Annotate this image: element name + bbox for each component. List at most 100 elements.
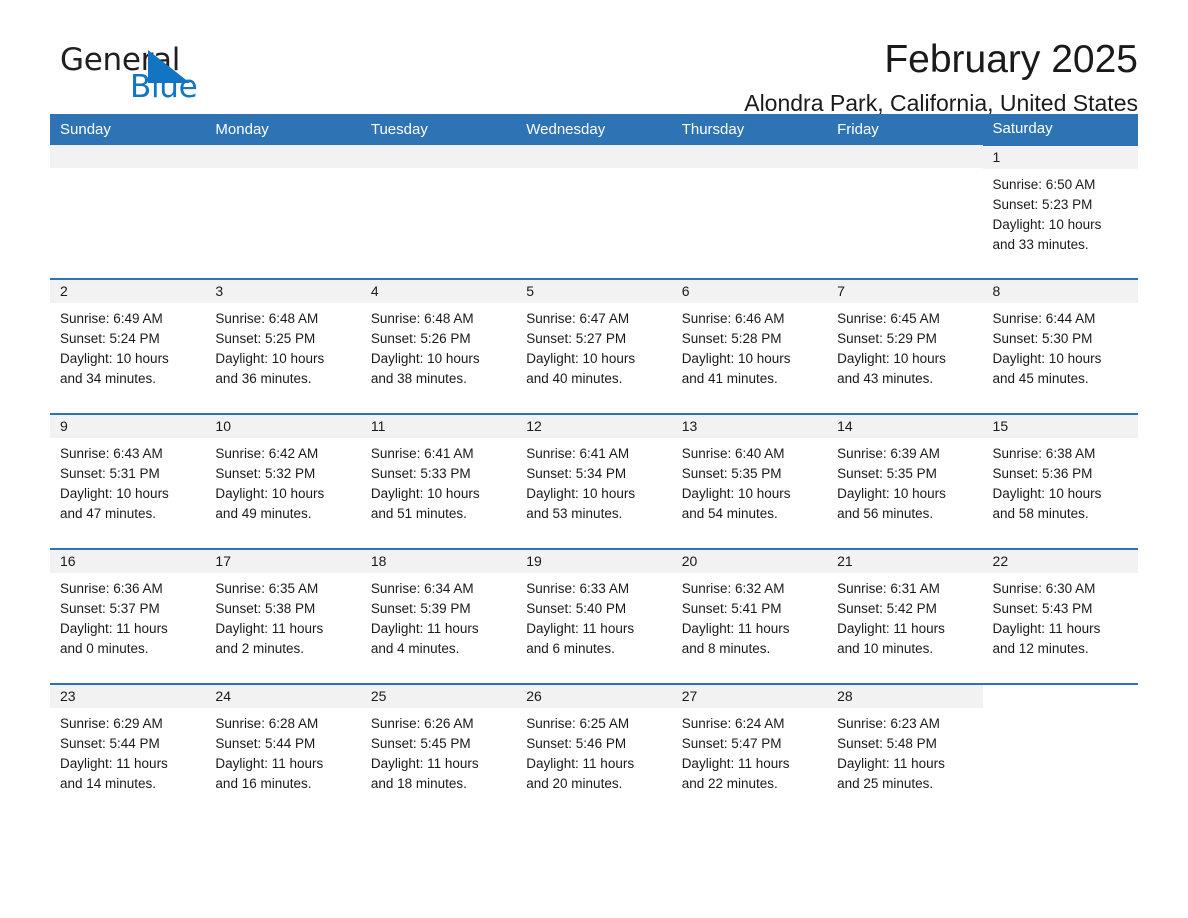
day-detail-daylight: Daylight: 10 hours xyxy=(681,486,791,501)
calendar-day-cell[interactable]: 1 Sunrise: 6:50 AM Sunset: 5:23 PM Daylight… xyxy=(982,144,1138,279)
day-detail-daylight-cont: and 2 minutes. xyxy=(215,641,304,656)
day-number: 9 xyxy=(50,415,206,438)
day-detail-sunrise: Sunrise: 6:49 AM xyxy=(60,311,163,326)
day-number: 21 xyxy=(827,550,983,573)
day-detail-sunset: Sunset: 5:44 PM xyxy=(215,736,316,751)
day-details xyxy=(672,168,827,174)
day-detail-daylight: Daylight: 10 hours xyxy=(681,351,791,366)
calendar-cell-empty xyxy=(50,145,206,279)
day-detail-sunrise: Sunrise: 6:41 AM xyxy=(526,446,630,461)
day-detail-daylight-cont: and 56 minutes. xyxy=(837,506,934,521)
day-detail-daylight: Daylight: 11 hours xyxy=(681,621,790,636)
calendar-day-cell[interactable]: 18 Sunrise: 6:34 AM Sunset: 5:39 PM Dayligh… xyxy=(360,548,517,684)
day-detail-sunrise: Sunrise: 6:43 AM xyxy=(60,446,163,461)
day-detail-sunset: Sunset: 5:48 PM xyxy=(837,736,937,751)
day-detail-daylight: Daylight: 11 hours xyxy=(215,756,324,771)
calendar-day-cell[interactable]: 26 Sunrise: 6:25 AM Sunset: 5:46 PM Dayligh… xyxy=(516,683,672,814)
day-detail-sunrise: Sunrise: 6:38 AM xyxy=(992,446,1096,461)
day-number xyxy=(205,145,361,168)
day-detail-daylight-cont: and 53 minutes. xyxy=(526,506,623,521)
day-detail-sunset: Sunset: 5:44 PM xyxy=(60,736,160,751)
day-detail-sunset: Sunset: 5:26 PM xyxy=(370,331,471,346)
day-number: 28 xyxy=(827,685,983,708)
day-detail-sunrise: Sunrise: 6:33 AM xyxy=(526,581,630,596)
day-detail-sunset: Sunset: 5:38 PM xyxy=(215,601,316,616)
calendar-day-cell[interactable]: 11 Sunrise: 6:41 AM Sunset: 5:33 PM Dayligh… xyxy=(360,413,517,549)
day-details xyxy=(361,168,516,174)
day-detail-daylight-cont: and 41 minutes. xyxy=(681,371,778,386)
day-detail-daylight: Daylight: 10 hours xyxy=(837,486,946,501)
calendar-day-cell[interactable]: 20 Sunrise: 6:32 AM Sunset: 5:41 PM Dayligh… xyxy=(671,548,828,684)
day-details xyxy=(516,168,671,174)
calendar-day-cell[interactable]: 21 Sunrise: 6:31 AM Sunset: 5:42 PM Dayligh… xyxy=(827,548,983,684)
calendar-day-cell[interactable]: 19 Sunrise: 6:33 AM Sunset: 5:40 PM Dayligh… xyxy=(516,548,672,684)
calendar-day-cell[interactable]: 15 Sunrise: 6:38 AM Sunset: 5:36 PM Dayligh… xyxy=(982,413,1138,549)
calendar-day-cell[interactable]: 16 Sunrise: 6:36 AM Sunset: 5:37 PM Dayligh… xyxy=(50,548,206,684)
brand-logo[interactable]: General Blue xyxy=(50,42,250,108)
calendar-day-cell[interactable]: 4 Sunrise: 6:48 AM Sunset: 5:26 PM Daylight… xyxy=(360,278,517,414)
calendar-day-cell[interactable]: 7 Sunrise: 6:45 AM Sunset: 5:29 PM Daylight… xyxy=(827,278,983,414)
day-detail-sunset: Sunset: 5:35 PM xyxy=(837,466,937,481)
day-detail-sunset: Sunset: 5:47 PM xyxy=(681,736,782,751)
calendar-day-cell[interactable]: 24 Sunrise: 6:28 AM Sunset: 5:44 PM Dayligh… xyxy=(205,683,361,814)
day-number xyxy=(827,145,983,168)
day-detail-daylight-cont: and 25 minutes. xyxy=(837,776,934,791)
day-number: 5 xyxy=(516,280,672,303)
day-number: 27 xyxy=(671,685,828,708)
day-detail-daylight-cont: and 14 minutes. xyxy=(60,776,157,791)
day-details: Sunrise: 6:29 AM Sunset: 5:44 PM Daylight:… xyxy=(50,708,205,794)
day-detail-daylight: Daylight: 10 hours xyxy=(60,486,169,501)
day-details xyxy=(205,168,360,174)
day-detail-daylight-cont: and 6 minutes. xyxy=(526,641,615,656)
day-number: 3 xyxy=(205,280,361,303)
calendar-cell-empty xyxy=(360,145,517,279)
day-detail-sunrise: Sunrise: 6:41 AM xyxy=(370,446,474,461)
calendar-day-cell[interactable]: 14 Sunrise: 6:39 AM Sunset: 5:35 PM Dayligh… xyxy=(827,413,983,549)
calendar-day-cell[interactable]: 28 Sunrise: 6:23 AM Sunset: 5:48 PM Dayligh… xyxy=(827,683,983,814)
day-detail-sunrise: Sunrise: 6:32 AM xyxy=(681,581,785,596)
calendar-day-cell[interactable]: 25 Sunrise: 6:26 AM Sunset: 5:45 PM Dayligh… xyxy=(360,683,517,814)
day-detail-sunrise: Sunrise: 6:28 AM xyxy=(215,716,319,731)
day-detail-daylight-cont: and 4 minutes. xyxy=(370,641,460,656)
day-number: 6 xyxy=(671,280,828,303)
calendar-day-cell[interactable]: 3 Sunrise: 6:48 AM Sunset: 5:25 PM Daylight… xyxy=(205,278,361,414)
day-number xyxy=(360,145,517,168)
calendar-day-cell[interactable]: 13 Sunrise: 6:40 AM Sunset: 5:35 PM Dayligh… xyxy=(671,413,828,549)
day-detail-sunset: Sunset: 5:40 PM xyxy=(526,601,627,616)
day-details: Sunrise: 6:50 AM Sunset: 5:23 PM Daylight:… xyxy=(983,169,1138,255)
calendar-day-cell[interactable]: 12 Sunrise: 6:41 AM Sunset: 5:34 PM Dayligh… xyxy=(516,413,672,549)
calendar-day-cell[interactable]: 9 Sunrise: 6:43 AM Sunset: 5:31 PM Daylight… xyxy=(50,413,206,549)
day-detail-daylight: Daylight: 10 hours xyxy=(992,217,1102,232)
calendar-day-cell[interactable]: 2 Sunrise: 6:49 AM Sunset: 5:24 PM Daylight… xyxy=(50,278,206,414)
day-detail-daylight: Daylight: 11 hours xyxy=(837,756,945,771)
day-detail-sunset: Sunset: 5:43 PM xyxy=(992,601,1093,616)
day-detail-sunset: Sunset: 5:32 PM xyxy=(215,466,316,481)
day-detail-sunset: Sunset: 5:37 PM xyxy=(60,601,160,616)
calendar-day-cell[interactable]: 6 Sunrise: 6:46 AM Sunset: 5:28 PM Daylight… xyxy=(671,278,828,414)
day-detail-daylight: Daylight: 11 hours xyxy=(837,621,945,636)
calendar-day-cell[interactable]: 27 Sunrise: 6:24 AM Sunset: 5:47 PM Dayligh… xyxy=(671,683,828,814)
day-detail-daylight: Daylight: 11 hours xyxy=(60,621,168,636)
day-detail-sunrise: Sunrise: 6:46 AM xyxy=(681,311,785,326)
calendar-day-cell[interactable]: 23 Sunrise: 6:29 AM Sunset: 5:44 PM Dayligh… xyxy=(50,683,206,814)
calendar-day-cell[interactable]: 22 Sunrise: 6:30 AM Sunset: 5:43 PM Dayligh… xyxy=(982,548,1138,684)
calendar-day-cell[interactable]: 8 Sunrise: 6:44 AM Sunset: 5:30 PM Daylight… xyxy=(982,278,1138,414)
day-detail-daylight: Daylight: 10 hours xyxy=(992,486,1102,501)
calendar-day-cell[interactable]: 10 Sunrise: 6:42 AM Sunset: 5:32 PM Dayligh… xyxy=(205,413,361,549)
day-detail-daylight-cont: and 20 minutes. xyxy=(526,776,623,791)
day-detail-sunrise: Sunrise: 6:30 AM xyxy=(992,581,1096,596)
calendar-day-cell[interactable]: 5 Sunrise: 6:47 AM Sunset: 5:27 PM Daylight… xyxy=(516,278,672,414)
location-subtitle: Alondra Park, California, United States xyxy=(744,90,1138,116)
day-detail-sunrise: Sunrise: 6:24 AM xyxy=(681,716,785,731)
calendar-day-cell[interactable]: 17 Sunrise: 6:35 AM Sunset: 5:38 PM Dayligh… xyxy=(205,548,361,684)
day-detail-sunrise: Sunrise: 6:48 AM xyxy=(215,311,319,326)
day-detail-sunset: Sunset: 5:24 PM xyxy=(60,331,160,346)
day-detail-daylight-cont: and 45 minutes. xyxy=(992,371,1089,386)
day-details xyxy=(827,168,982,174)
day-detail-daylight: Daylight: 11 hours xyxy=(60,756,168,771)
day-detail-daylight: Daylight: 10 hours xyxy=(526,351,636,366)
day-details: Sunrise: 6:36 AM Sunset: 5:37 PM Daylight:… xyxy=(50,573,205,659)
day-detail-sunset: Sunset: 5:25 PM xyxy=(215,331,316,346)
day-detail-sunrise: Sunrise: 6:45 AM xyxy=(837,311,940,326)
day-detail-sunset: Sunset: 5:31 PM xyxy=(60,466,160,481)
